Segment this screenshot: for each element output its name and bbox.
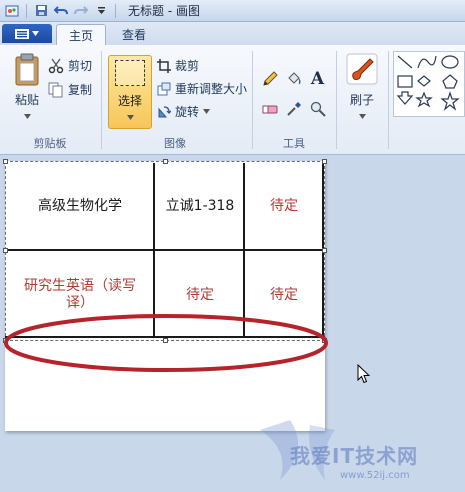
chevron-down-icon: [32, 31, 39, 36]
resize-handle[interactable]: [322, 248, 327, 253]
line-shape-icon: [397, 55, 413, 69]
separator: [388, 51, 389, 149]
rectangle-shape-icon: [397, 75, 413, 88]
window-title: 无标题 - 画图: [128, 4, 200, 18]
resize-handle[interactable]: [3, 159, 8, 164]
magnifier-icon[interactable]: [308, 99, 327, 118]
ribbon-tab-row: 主页 查看: [0, 22, 465, 45]
eraser-icon[interactable]: [260, 99, 279, 118]
resize-icon: [157, 82, 171, 96]
highlight-ellipse: [4, 314, 328, 372]
rotate-label: 旋转: [175, 105, 200, 119]
crop-button[interactable]: 裁剪: [157, 57, 199, 74]
customize-quick-access-icon[interactable]: [93, 3, 109, 19]
image-group-label: 图像: [164, 137, 186, 150]
resize-button[interactable]: 重新调整大小: [157, 80, 247, 97]
watermark-url: www.52ij.com: [340, 470, 410, 481]
chevron-down-icon: [203, 109, 211, 114]
shapes-gallery[interactable]: [393, 51, 465, 117]
pencil-icon[interactable]: [260, 69, 279, 88]
mouse-cursor-icon: [357, 364, 371, 384]
resize-label: 重新调整大小: [175, 82, 248, 96]
ribbon: 粘贴 剪切 复制 剪贴板 选择 裁剪 重新调整大小 旋转 图像 A 工具 刷子: [0, 45, 465, 155]
diamond-shape-icon: [417, 75, 431, 87]
resize-handle[interactable]: [322, 159, 327, 164]
color-picker-icon[interactable]: [284, 99, 303, 118]
watermark-brand: 我爱IT技术网: [290, 444, 419, 468]
fill-bucket-icon[interactable]: [284, 69, 303, 88]
crop-icon: [157, 58, 171, 73]
brush-icon: [346, 53, 378, 85]
tab-view[interactable]: 查看: [110, 24, 158, 45]
tools-group-label: 工具: [283, 137, 305, 150]
brushes-button[interactable]: 刷子: [342, 53, 382, 119]
select-button[interactable]: 选择: [108, 55, 152, 129]
pentagon-shape-icon: [442, 74, 458, 89]
select-label: 选择: [117, 94, 142, 108]
separator: [115, 3, 116, 18]
rotate-icon: [157, 105, 171, 119]
chevron-down-icon: [358, 114, 366, 119]
select-icon: [115, 60, 145, 86]
menu-icon: [15, 28, 29, 39]
crop-label: 裁剪: [175, 59, 200, 73]
star-alt-shape-icon: [440, 91, 460, 111]
arrow-down-shape-icon: [396, 91, 414, 105]
separator: [252, 51, 253, 149]
image-group: 选择 裁剪 重新调整大小 旋转 图像: [0, 49, 250, 153]
oval-shape-icon: [441, 55, 459, 69]
paint-menu-button[interactable]: [2, 24, 52, 43]
brushes-label: 刷子: [349, 93, 374, 107]
title-bar: 无标题 - 画图: [0, 0, 465, 22]
text-tool-icon[interactable]: A: [308, 69, 327, 89]
redo-icon[interactable]: [73, 3, 89, 19]
tools-group: A 工具: [254, 49, 334, 153]
chevron-down-icon: [126, 115, 134, 120]
star-shape-icon: [415, 91, 433, 108]
tab-home[interactable]: 主页: [56, 24, 107, 45]
undo-icon[interactable]: [53, 3, 69, 19]
curve-shape-icon: [417, 55, 437, 69]
app-icon: [4, 3, 20, 19]
rotate-button[interactable]: 旋转: [157, 103, 211, 120]
resize-handle[interactable]: [163, 159, 168, 164]
separator: [26, 3, 27, 18]
separator: [336, 51, 337, 149]
resize-handle[interactable]: [3, 248, 8, 253]
save-icon[interactable]: [33, 3, 49, 19]
